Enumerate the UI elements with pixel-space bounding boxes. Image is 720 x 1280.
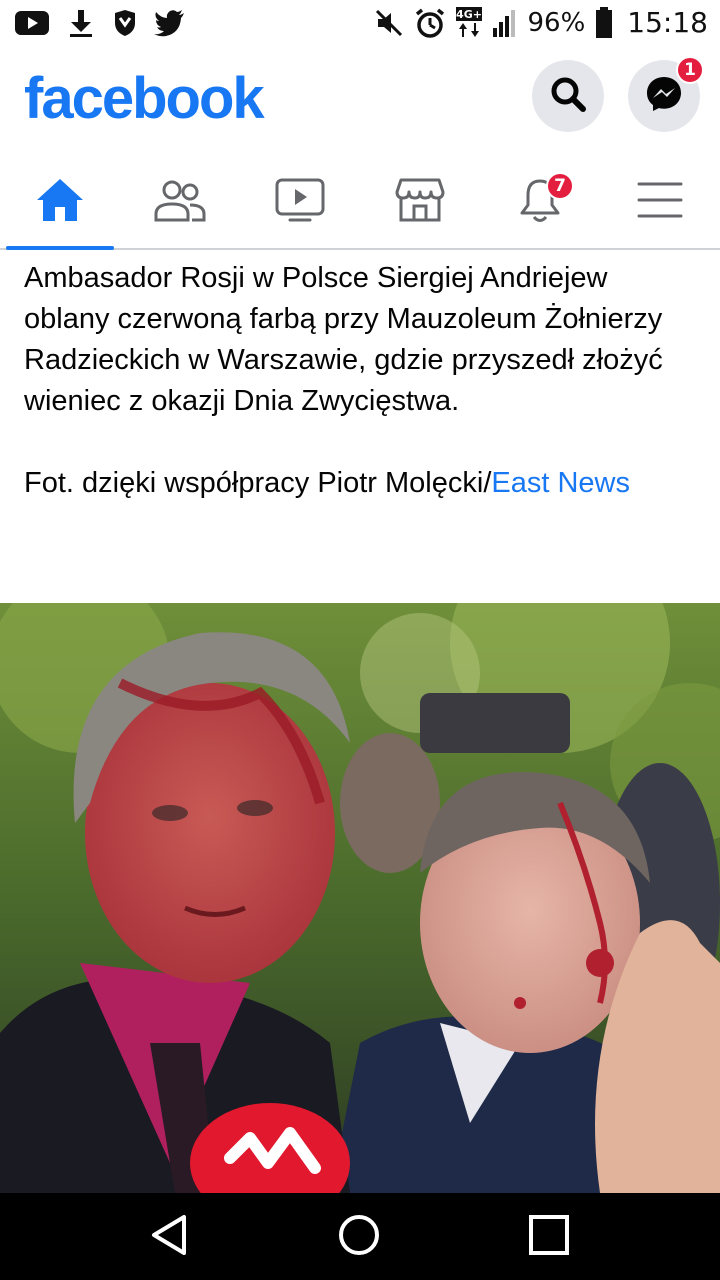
tab-menu[interactable] [600,156,720,248]
app-header: facebook 1 [0,50,720,156]
recents-button[interactable] [521,1211,577,1263]
youtube-icon [14,9,50,37]
back-icon [150,1213,190,1262]
watch-icon [274,177,326,228]
download-icon [66,8,96,38]
messenger-badge: 1 [676,56,704,84]
recents-icon [528,1214,570,1261]
post-photo-image [0,603,720,1193]
photo-credit: Fot. dzięki współpracy Piotr Molęcki/Eas… [24,463,696,504]
facebook-logo[interactable]: facebook [24,64,265,134]
battery-percent: 96% [527,7,586,38]
home-circle-icon [337,1213,381,1262]
marketplace-icon [394,176,446,229]
active-tab-indicator [6,246,114,250]
home-nav-button[interactable] [331,1211,387,1263]
notifications-badge: 7 [546,172,574,200]
post-body: Ambasador Rosji w Polsce Siergiej Andrie… [24,262,663,417]
alarm-icon [414,7,446,39]
post-text: Ambasador Rosji w Polsce Siergiej Andrie… [24,258,696,504]
status-system: 4G+ 96% 15:18 [374,6,708,39]
screen: 4G+ 96% 15:18 facebook 1 7 Ambasador Ros… [0,0,720,1280]
signal-icon [492,8,518,38]
system-nav-bar [0,1193,720,1280]
shield-app-icon [112,9,138,37]
back-button[interactable] [142,1211,198,1263]
tab-watch[interactable] [240,156,360,248]
status-bar: 4G+ 96% 15:18 [0,0,720,50]
messenger-icon [644,74,684,119]
network-4g-icon: 4G+ [455,6,482,39]
tab-bar: 7 [0,156,720,250]
status-notifications [14,8,186,38]
network-label: 4G+ [456,8,482,21]
search-icon [548,74,588,119]
tab-marketplace[interactable] [360,156,480,248]
battery-icon [595,6,613,39]
search-button[interactable] [532,60,604,132]
photo-credit-text: Fot. dzięki współpracy Piotr Molęcki/ [24,467,492,499]
tab-home[interactable] [0,156,120,250]
tab-notifications[interactable]: 7 [480,156,600,248]
post-photo[interactable] [0,603,720,1193]
twitter-icon [154,9,186,37]
east-news-link[interactable]: East News [491,467,630,499]
home-icon [34,176,86,229]
friends-icon [152,178,208,227]
menu-icon [636,180,684,225]
mute-icon [374,8,404,38]
messenger-button[interactable]: 1 [628,56,704,132]
tab-friends[interactable] [120,156,240,248]
clock: 15:18 [627,6,708,39]
